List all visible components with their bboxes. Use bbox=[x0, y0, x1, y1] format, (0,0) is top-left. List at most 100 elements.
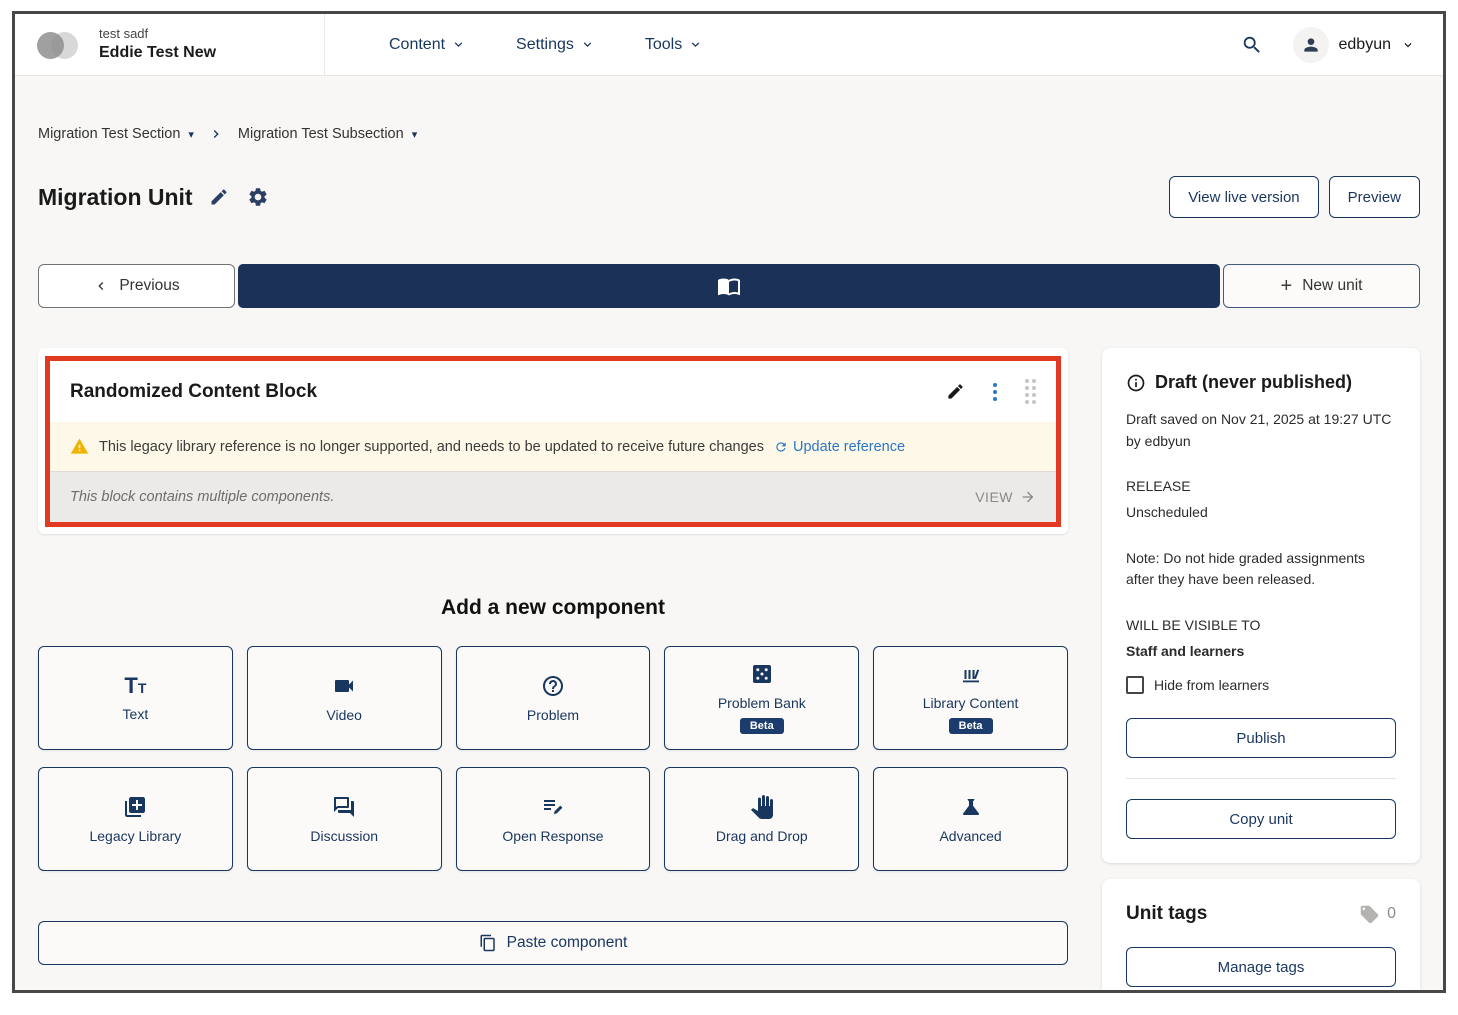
view-label: VIEW bbox=[975, 489, 1013, 505]
plus-icon: + bbox=[1281, 276, 1293, 296]
add-advanced-button[interactable]: Advanced bbox=[873, 767, 1068, 871]
unit-navigation: Previous + New unit bbox=[38, 264, 1420, 308]
current-unit-bar[interactable] bbox=[238, 264, 1220, 308]
block-footer: This block contains multiple components.… bbox=[50, 471, 1056, 522]
component-label: Discussion bbox=[310, 828, 378, 844]
add-component-heading: Add a new component bbox=[38, 596, 1068, 620]
info-icon bbox=[1126, 373, 1146, 393]
person-icon bbox=[1301, 35, 1321, 55]
drag-and-drop-hand-icon bbox=[750, 795, 774, 819]
previous-unit-button[interactable]: Previous bbox=[38, 264, 235, 308]
block-title: Randomized Content Block bbox=[70, 381, 317, 403]
update-reference-link[interactable]: Update reference bbox=[774, 439, 905, 455]
arrow-right-icon bbox=[1020, 489, 1036, 505]
library-content-icon bbox=[959, 662, 983, 686]
view-block-link[interactable]: VIEW bbox=[975, 489, 1036, 505]
breadcrumb-section[interactable]: Migration Test Section ▾ bbox=[38, 126, 194, 142]
org-name: test sadf bbox=[99, 26, 216, 42]
sidebar: Draft (never published) Draft saved on N… bbox=[1102, 348, 1420, 993]
edit-title-pencil-icon[interactable] bbox=[209, 187, 229, 207]
add-open-response-button[interactable]: Open Response bbox=[456, 767, 651, 871]
search-icon bbox=[1241, 34, 1263, 56]
avatar bbox=[1293, 27, 1329, 63]
paste-icon bbox=[479, 934, 497, 952]
unit-tags-card: Unit tags 0 Manage tags bbox=[1102, 879, 1420, 993]
tag-icon bbox=[1359, 904, 1380, 925]
add-text-button[interactable]: TT Text bbox=[38, 646, 233, 750]
add-discussion-button[interactable]: Discussion bbox=[247, 767, 442, 871]
drag-handle-icon[interactable] bbox=[1025, 379, 1036, 404]
discussion-icon bbox=[332, 795, 356, 819]
visibility-value: Staff and learners bbox=[1126, 641, 1396, 663]
chevron-down-icon bbox=[1401, 38, 1415, 52]
nav-settings[interactable]: Settings bbox=[516, 36, 595, 54]
warning-text: This legacy library reference is no long… bbox=[99, 439, 764, 455]
view-live-version-button[interactable]: View live version bbox=[1169, 176, 1318, 218]
problem-bank-dice-icon bbox=[750, 662, 774, 686]
add-problem-bank-button[interactable]: Problem Bank Beta bbox=[664, 646, 859, 750]
open-book-icon bbox=[717, 274, 741, 298]
user-menu[interactable]: edbyun bbox=[1293, 27, 1416, 63]
paste-component-button[interactable]: Paste component bbox=[38, 921, 1068, 965]
component-grid: TT Text Video Problem Problem Bank bbox=[38, 646, 1068, 871]
video-icon bbox=[332, 674, 356, 698]
release-value: Unscheduled bbox=[1126, 502, 1396, 524]
breadcrumb-section-label: Migration Test Section bbox=[38, 126, 180, 142]
sidebar-divider bbox=[1126, 778, 1396, 779]
manage-tags-button[interactable]: Manage tags bbox=[1126, 947, 1396, 987]
breadcrumb-subsection-label: Migration Test Subsection bbox=[238, 126, 404, 142]
page-title: Migration Unit bbox=[38, 184, 193, 211]
add-drag-and-drop-button[interactable]: Drag and Drop bbox=[664, 767, 859, 871]
text-icon: TT bbox=[124, 675, 146, 697]
component-label: Text bbox=[123, 706, 149, 722]
edit-block-pencil-icon[interactable] bbox=[946, 382, 965, 401]
refresh-icon bbox=[774, 440, 788, 454]
add-library-content-button[interactable]: Library Content Beta bbox=[873, 646, 1068, 750]
publish-status-card: Draft (never published) Draft saved on N… bbox=[1102, 348, 1420, 863]
block-menu-kebab-icon[interactable] bbox=[993, 383, 997, 401]
new-unit-button[interactable]: + New unit bbox=[1223, 264, 1420, 308]
draft-saved-text: Draft saved on Nov 21, 2025 at 19:27 UTC… bbox=[1126, 409, 1396, 452]
browser-window: test sadf Eddie Test New Content Setting… bbox=[12, 11, 1446, 993]
add-legacy-library-button[interactable]: Legacy Library bbox=[38, 767, 233, 871]
beta-badge: Beta bbox=[949, 718, 993, 734]
tag-count-value: 0 bbox=[1387, 905, 1396, 923]
publish-button[interactable]: Publish bbox=[1126, 718, 1396, 758]
release-note: Note: Do not hide graded assignments aft… bbox=[1126, 548, 1396, 591]
chevron-left-icon bbox=[93, 278, 109, 294]
hide-from-learners-checkbox-row[interactable]: Hide from learners bbox=[1126, 675, 1396, 697]
username: edbyun bbox=[1339, 36, 1392, 54]
advanced-flask-icon bbox=[959, 795, 983, 819]
course-brand[interactable]: test sadf Eddie Test New bbox=[15, 14, 325, 75]
org-logo bbox=[37, 30, 83, 60]
component-label: Drag and Drop bbox=[716, 828, 808, 844]
component-label: Problem bbox=[527, 707, 579, 723]
preview-button[interactable]: Preview bbox=[1329, 176, 1420, 218]
unit-settings-gear-icon[interactable] bbox=[247, 186, 269, 208]
component-label: Open Response bbox=[502, 828, 603, 844]
update-reference-label: Update reference bbox=[793, 439, 905, 455]
breadcrumb: Migration Test Section ▾ Migration Test … bbox=[38, 126, 1420, 142]
unit-tags-title: Unit tags bbox=[1126, 903, 1207, 925]
breadcrumb-subsection[interactable]: Migration Test Subsection ▾ bbox=[238, 126, 417, 142]
visibility-label: WILL BE VISIBLE TO bbox=[1126, 615, 1396, 637]
studio-header: test sadf Eddie Test New Content Setting… bbox=[15, 14, 1443, 76]
chevron-down-icon bbox=[688, 37, 703, 52]
caret-down-icon: ▾ bbox=[188, 128, 194, 141]
add-problem-button[interactable]: Problem bbox=[456, 646, 651, 750]
tag-count: 0 bbox=[1359, 904, 1396, 925]
component-label: Problem Bank bbox=[718, 695, 806, 711]
beta-badge: Beta bbox=[740, 718, 784, 734]
nav-content[interactable]: Content bbox=[389, 36, 466, 54]
nav-tools-label: Tools bbox=[645, 36, 682, 54]
chevron-down-icon bbox=[451, 37, 466, 52]
nav-tools[interactable]: Tools bbox=[645, 36, 703, 54]
hide-from-learners-checkbox[interactable] bbox=[1126, 676, 1144, 694]
warning-triangle-icon bbox=[70, 437, 89, 456]
hide-from-learners-label: Hide from learners bbox=[1154, 675, 1269, 697]
add-video-button[interactable]: Video bbox=[247, 646, 442, 750]
search-button[interactable] bbox=[1241, 34, 1263, 56]
problem-icon bbox=[541, 674, 565, 698]
copy-unit-button[interactable]: Copy unit bbox=[1126, 799, 1396, 839]
release-label: RELEASE bbox=[1126, 476, 1396, 498]
